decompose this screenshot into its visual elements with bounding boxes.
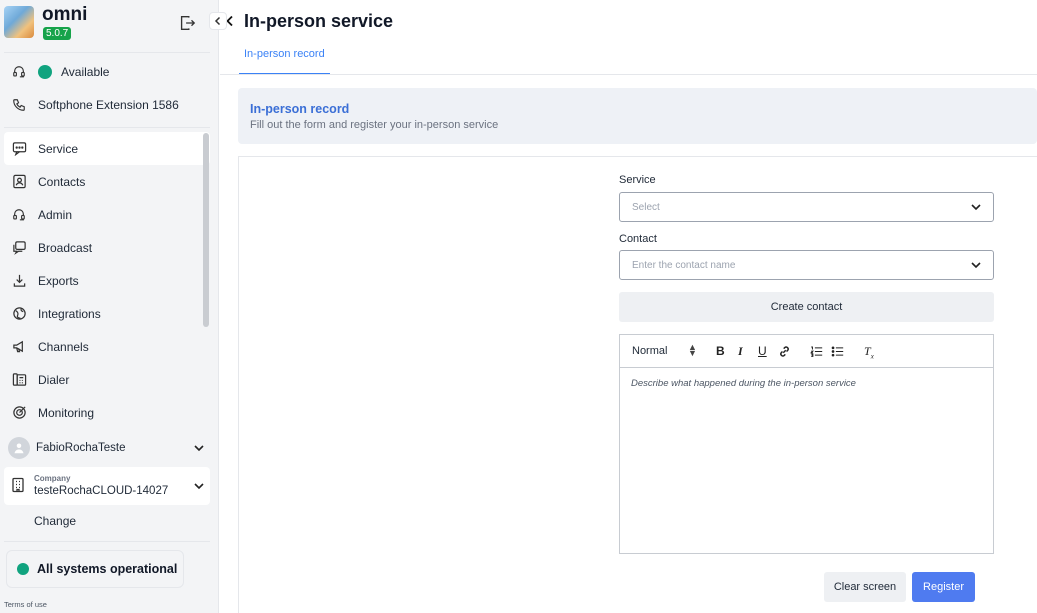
chevron-down-icon xyxy=(194,445,204,452)
nav-item-contacts[interactable]: Contacts xyxy=(4,165,210,198)
nav-label: Exports xyxy=(38,273,79,288)
dialer-icon xyxy=(10,371,28,389)
app-logo xyxy=(4,6,34,38)
company-label: Company xyxy=(34,474,71,483)
app: omni 5.0.7 Available Softphone Extension… xyxy=(0,0,1037,613)
service-label: Service xyxy=(619,174,656,186)
nav-label: Service xyxy=(38,141,79,156)
contact-placeholder: Enter the contact name xyxy=(632,259,736,271)
nav-item-admin[interactable]: Admin xyxy=(4,198,210,231)
rich-text-editor[interactable]: Normal ▲ ▼ B I U Tx Describe what happene… xyxy=(619,334,994,554)
nav-item-dialer[interactable]: Dialer xyxy=(4,363,210,396)
divider xyxy=(4,541,210,542)
form-header-card: In-person record Fill out the form and r… xyxy=(238,88,1037,144)
underline-icon[interactable]: U xyxy=(758,344,767,358)
format-select[interactable]: Normal xyxy=(632,345,667,357)
globe-icon xyxy=(10,305,28,323)
contact-card-icon xyxy=(10,173,28,191)
page-title: In-person service xyxy=(244,11,394,31)
chevron-down-icon xyxy=(971,204,981,211)
softphone-label: Softphone Extension 1586 xyxy=(38,98,179,112)
tabs-divider xyxy=(220,74,1037,75)
user-menu[interactable]: FabioRochaTeste xyxy=(4,434,210,462)
form-header-subtitle: Fill out the form and register your in-p… xyxy=(250,119,499,131)
avatar xyxy=(8,437,30,459)
editor-placeholder: Describe what happened during the in-per… xyxy=(631,378,856,389)
headset-icon xyxy=(10,63,28,81)
status-label: Available xyxy=(61,65,110,79)
service-placeholder: Select xyxy=(632,201,660,213)
megaphone-icon xyxy=(10,338,28,356)
sidebar: omni 5.0.7 Available Softphone Extension… xyxy=(0,0,227,613)
company-name: testeRochaCLOUD-14027 xyxy=(34,485,169,497)
user-name: FabioRochaTeste xyxy=(36,442,126,454)
clear-format-icon[interactable]: Tx xyxy=(864,344,874,360)
divider xyxy=(4,127,210,128)
status-dot xyxy=(38,65,52,79)
nav-item-service[interactable]: Service xyxy=(4,132,210,165)
bold-icon[interactable]: B xyxy=(716,344,725,358)
contact-label: Contact xyxy=(619,233,657,245)
change-company-link[interactable]: Change xyxy=(34,514,76,528)
divider xyxy=(4,52,210,53)
italic-icon[interactable]: I xyxy=(738,344,743,359)
headset-icon xyxy=(10,206,28,224)
tab-in-person-record[interactable]: In-person record xyxy=(239,48,330,75)
main-content: In-person service In-person record In-pe… xyxy=(220,0,1037,613)
register-button[interactable]: Register xyxy=(912,572,975,602)
softphone-row[interactable]: Softphone Extension 1586 xyxy=(4,90,210,120)
nav-item-broadcast[interactable]: Broadcast xyxy=(4,231,210,264)
app-name: omni xyxy=(42,4,88,25)
bullet-list-icon[interactable] xyxy=(831,345,844,358)
system-status-text: All systems operational xyxy=(37,562,178,576)
brand: omni 5.0.7 xyxy=(4,4,210,46)
status-selector[interactable]: Available xyxy=(4,57,210,87)
nav-label: Admin xyxy=(38,207,73,222)
chevron-left-icon xyxy=(214,16,221,26)
status-dot xyxy=(17,563,29,575)
company-selector[interactable]: Company testeRochaCLOUD-14027 xyxy=(4,467,210,505)
building-icon xyxy=(12,477,24,493)
nav-label: Integrations xyxy=(38,306,101,321)
contact-select[interactable]: Enter the contact name xyxy=(619,250,994,280)
main-nav: Service Contacts Admin Broadcast Exports… xyxy=(4,132,210,422)
clear-screen-button[interactable]: Clear screen xyxy=(824,572,906,602)
chevron-down-icon xyxy=(971,262,981,269)
target-icon xyxy=(10,404,28,422)
create-contact-button[interactable]: Create contact xyxy=(619,292,994,322)
logout-icon[interactable] xyxy=(178,14,196,32)
nav-label: Broadcast xyxy=(38,240,93,255)
editor-toolbar: Normal ▲ ▼ B I U Tx xyxy=(620,335,993,368)
chevron-down-icon xyxy=(194,483,204,490)
ordered-list-icon[interactable] xyxy=(810,345,823,358)
link-icon[interactable] xyxy=(778,345,791,358)
collapse-sidebar-button[interactable] xyxy=(209,12,227,30)
broadcast-icon xyxy=(10,239,28,257)
version-badge: 5.0.7 xyxy=(43,27,72,40)
nav-item-monitoring[interactable]: Monitoring xyxy=(4,396,210,429)
form-header-title: In-person record xyxy=(250,102,350,116)
sidebar-scrollbar[interactable] xyxy=(203,133,209,327)
phone-icon xyxy=(10,96,28,114)
system-status-badge[interactable]: All systems operational xyxy=(6,550,184,588)
nav-label: Monitoring xyxy=(38,405,95,420)
service-select[interactable]: Select xyxy=(619,192,994,222)
nav-item-channels[interactable]: Channels xyxy=(4,330,210,363)
nav-item-integrations[interactable]: Integrations xyxy=(4,297,210,330)
nav-item-exports[interactable]: Exports xyxy=(4,264,210,297)
nav-label: Dialer xyxy=(38,372,70,387)
terms-link[interactable]: Terms of use xyxy=(4,600,47,609)
nav-label: Channels xyxy=(38,339,89,354)
form-card: Service Select Contact Enter the contact… xyxy=(238,156,1037,613)
nav-label: Contacts xyxy=(38,174,86,189)
chat-icon xyxy=(10,140,28,158)
updown-icon: ▲ ▼ xyxy=(688,342,697,358)
download-icon xyxy=(10,272,28,290)
